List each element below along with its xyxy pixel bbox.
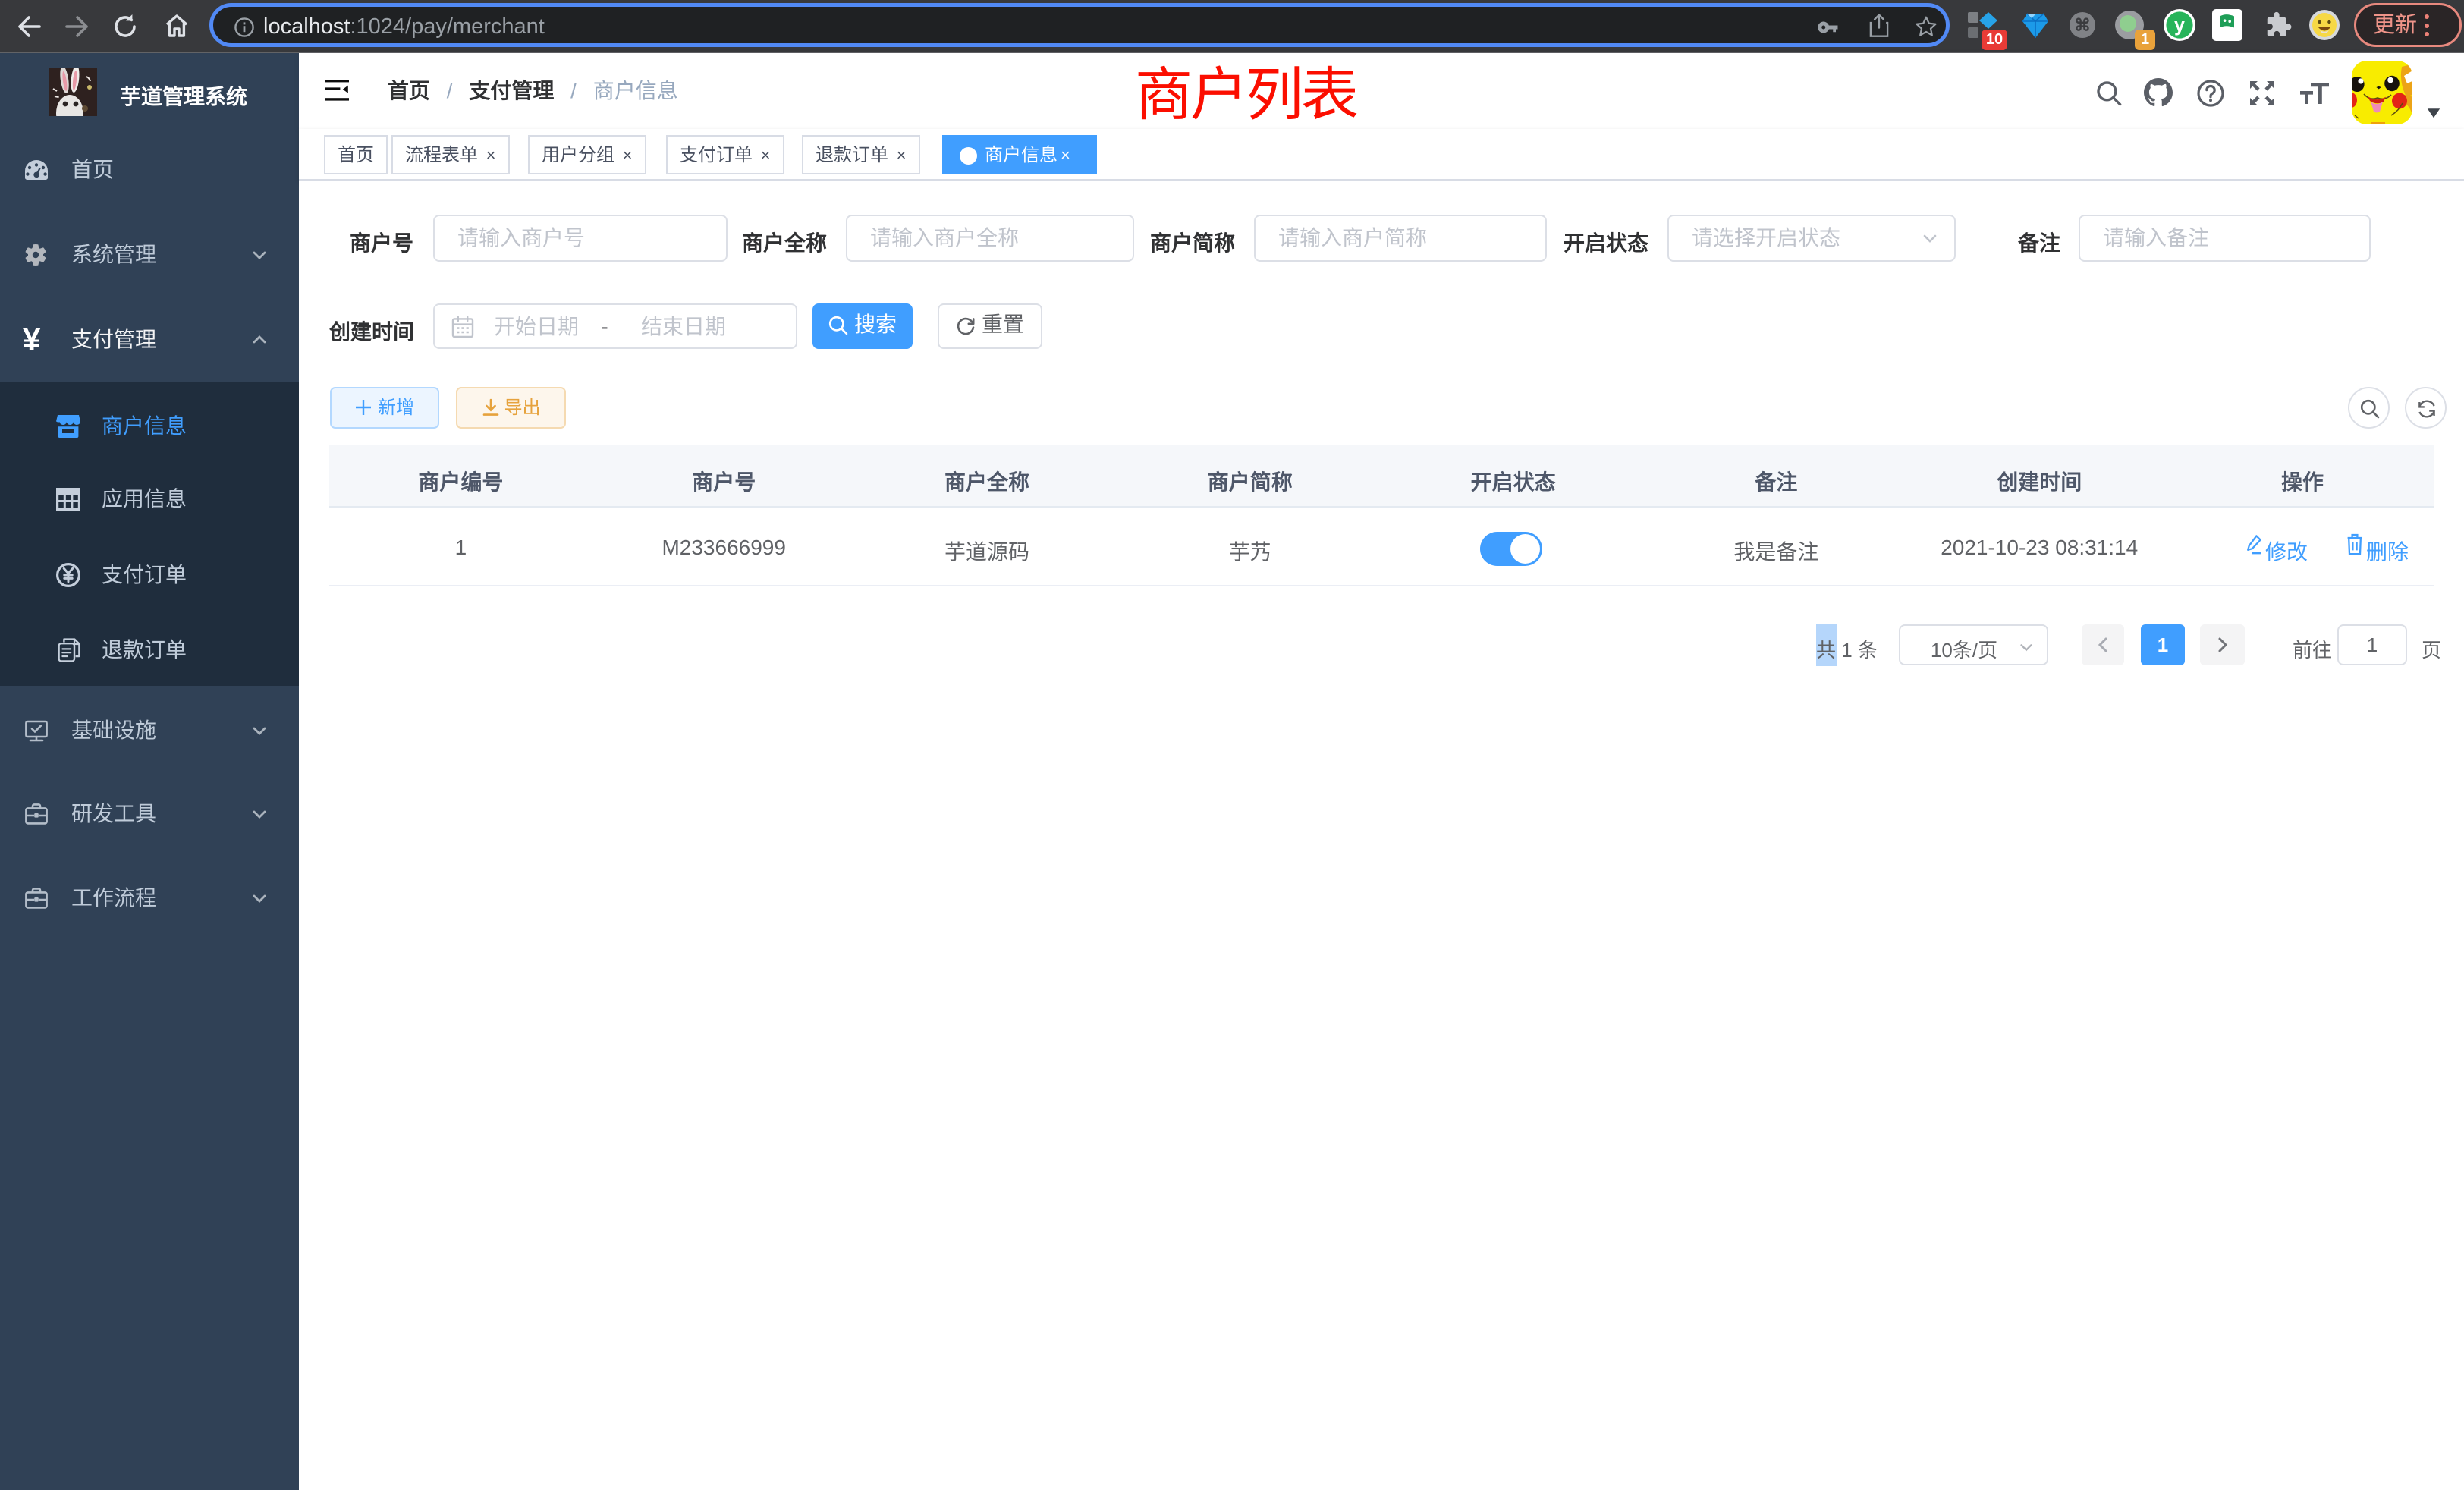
svg-text:⌘: ⌘ <box>2074 15 2091 34</box>
svg-text:y: y <box>2174 15 2185 36</box>
